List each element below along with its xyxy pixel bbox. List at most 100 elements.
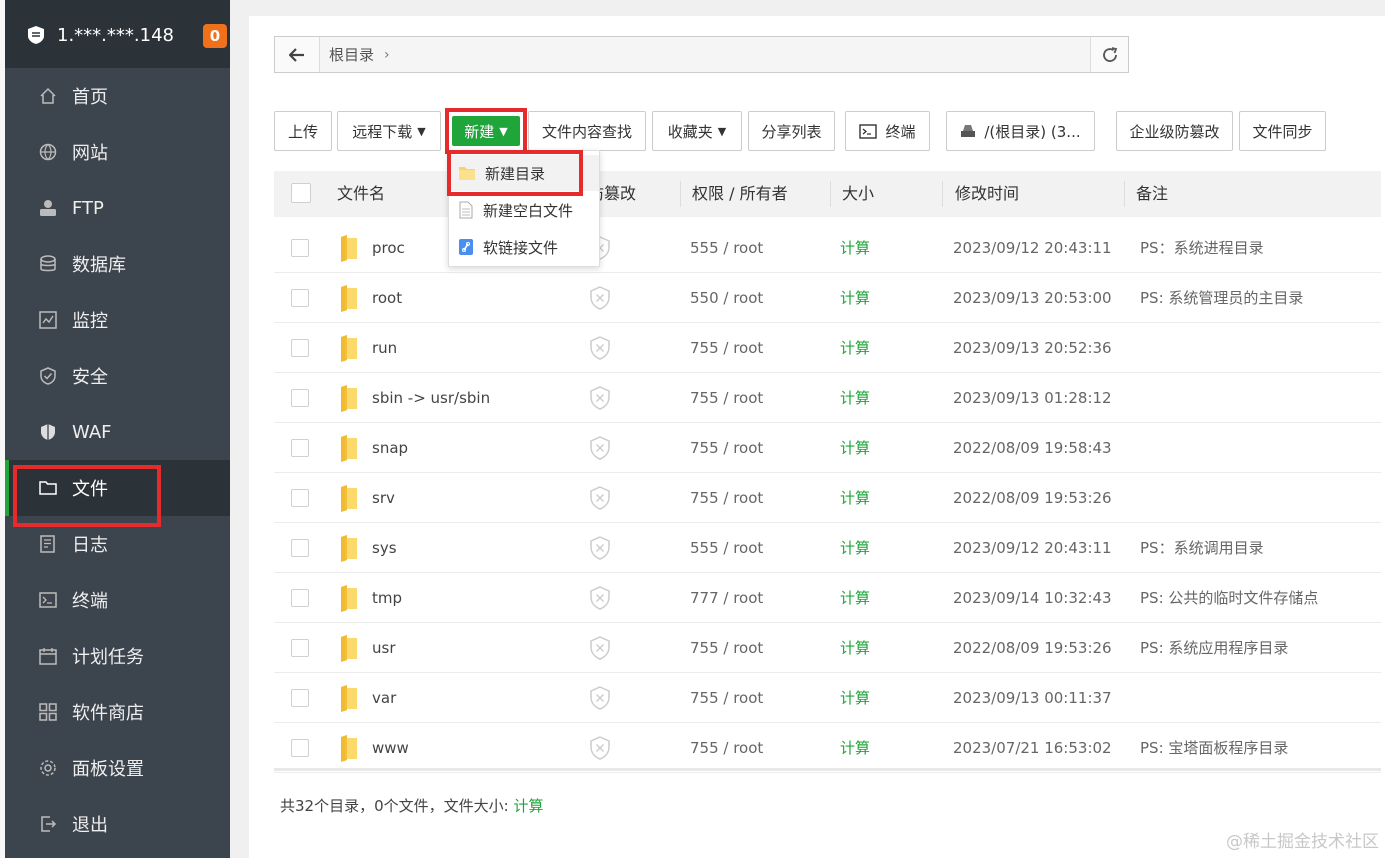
row-checkbox[interactable]	[291, 289, 309, 307]
size-calc-link[interactable]: 计算	[840, 623, 870, 673]
permission-owner[interactable]: 755 / root	[690, 323, 763, 373]
table-row[interactable]: run 755 / root 计算 2023/09/13 20:52:36	[274, 323, 1381, 373]
remote-download-button[interactable]: 远程下载 ▼	[337, 111, 441, 151]
tamper-off-icon[interactable]	[589, 285, 611, 315]
table-row[interactable]: tmp 777 / root 计算 2023/09/14 10:32:43 PS: 公共…	[274, 573, 1381, 623]
permission-owner[interactable]: 755 / root	[690, 473, 763, 523]
file-name[interactable]: snap	[372, 423, 408, 473]
refresh-button[interactable]	[1090, 37, 1128, 72]
breadcrumb[interactable]: 根目录 ›	[320, 37, 1090, 72]
note[interactable]: PS：系统进程目录	[1140, 223, 1264, 273]
size-calc-link[interactable]: 计算	[840, 323, 870, 373]
sidebar-item[interactable]: 计划任务	[5, 628, 230, 684]
tamper-off-icon[interactable]	[589, 685, 611, 715]
sidebar-item[interactable]: 首页	[5, 68, 230, 124]
sidebar-item[interactable]: 面板设置	[5, 740, 230, 796]
file-name[interactable]: proc	[372, 223, 405, 273]
breadcrumb-root[interactable]: 根目录	[329, 44, 374, 65]
tamper-off-icon[interactable]	[589, 435, 611, 465]
permission-owner[interactable]: 755 / root	[690, 723, 763, 773]
permission-owner[interactable]: 755 / root	[690, 623, 763, 673]
table-row[interactable]: usr 755 / root 计算 2022/08/09 19:53:26 PS: 系统…	[274, 623, 1381, 673]
table-row[interactable]: sbin -> usr/sbin 755 / root 计算 2023/09/13 0…	[274, 373, 1381, 423]
table-row[interactable]: snap 755 / root 计算 2022/08/09 19:58:43	[274, 423, 1381, 473]
favorites-button[interactable]: 收藏夹 ▼	[652, 111, 742, 151]
file-name[interactable]: sbin -> usr/sbin	[372, 373, 490, 423]
tamper-off-icon[interactable]	[589, 735, 611, 765]
tamper-off-icon[interactable]	[589, 335, 611, 365]
tamper-off-icon[interactable]	[589, 485, 611, 515]
sidebar-item[interactable]: 网站	[5, 124, 230, 180]
sidebar-item[interactable]: 数据库	[5, 236, 230, 292]
sidebar-item[interactable]: 软件商店	[5, 684, 230, 740]
size-calc-link[interactable]: 计算	[840, 573, 870, 623]
row-checkbox[interactable]	[291, 639, 309, 657]
sidebar-item[interactable]: 安全	[5, 348, 230, 404]
sidebar-item[interactable]: 监控	[5, 292, 230, 348]
file-name[interactable]: sys	[372, 523, 397, 573]
calc-total-link[interactable]: 计算	[513, 797, 543, 815]
upload-button[interactable]: 上传	[274, 111, 332, 151]
row-checkbox[interactable]	[291, 389, 309, 407]
tamper-off-icon[interactable]	[589, 385, 611, 415]
size-calc-link[interactable]: 计算	[840, 223, 870, 273]
header-mtime[interactable]: 修改时间	[955, 171, 1019, 217]
row-checkbox[interactable]	[291, 489, 309, 507]
size-calc-link[interactable]: 计算	[840, 723, 870, 773]
size-calc-link[interactable]: 计算	[840, 373, 870, 423]
terminal-button[interactable]: 终端	[845, 111, 930, 151]
anti-tamper-button[interactable]: 企业级防篡改	[1116, 111, 1233, 151]
file-name[interactable]: run	[372, 323, 397, 373]
file-name[interactable]: root	[372, 273, 402, 323]
table-row[interactable]: www 755 / root 计算 2023/07/21 16:53:02 PS: 宝塔…	[274, 723, 1381, 773]
file-name[interactable]: tmp	[372, 573, 402, 623]
note[interactable]: PS: 系统管理员的主目录	[1140, 273, 1303, 323]
table-row[interactable]: var 755 / root 计算 2023/09/13 00:11:37	[274, 673, 1381, 723]
sidebar-item[interactable]: 终端	[5, 572, 230, 628]
file-name[interactable]: srv	[372, 473, 395, 523]
table-row[interactable]: root 550 / root 计算 2023/09/13 20:53:00 PS: 系…	[274, 273, 1381, 323]
file-name[interactable]: www	[372, 723, 409, 773]
row-checkbox[interactable]	[291, 589, 309, 607]
note[interactable]: PS: 宝塔面板程序目录	[1140, 723, 1288, 773]
size-calc-link[interactable]: 计算	[840, 673, 870, 723]
symlink-file-item[interactable]: 软链接文件	[449, 229, 599, 265]
file-sync-button[interactable]: 文件同步	[1239, 111, 1326, 151]
row-checkbox[interactable]	[291, 439, 309, 457]
sidebar-item[interactable]: 文件	[5, 460, 230, 516]
header-size[interactable]: 大小	[842, 171, 874, 217]
header-name[interactable]: 文件名	[337, 171, 385, 217]
size-calc-link[interactable]: 计算	[840, 523, 870, 573]
table-row[interactable]: sys 555 / root 计算 2023/09/12 20:43:11 PS：系统调…	[274, 523, 1381, 573]
sidebar-item[interactable]: 退出	[5, 796, 230, 852]
tamper-off-icon[interactable]	[589, 535, 611, 565]
select-all-checkbox[interactable]	[291, 183, 311, 203]
size-calc-link[interactable]: 计算	[840, 423, 870, 473]
disk-button[interactable]: /(根目录) (3...	[946, 111, 1095, 151]
permission-owner[interactable]: 755 / root	[690, 373, 763, 423]
note[interactable]: PS：系统调用目录	[1140, 523, 1264, 573]
share-list-button[interactable]: 分享列表	[748, 111, 835, 151]
permission-owner[interactable]: 555 / root	[690, 523, 763, 573]
server-label[interactable]: 1.***.***.148	[25, 22, 174, 48]
permission-owner[interactable]: 555 / root	[690, 223, 763, 273]
permission-owner[interactable]: 550 / root	[690, 273, 763, 323]
row-checkbox[interactable]	[291, 739, 309, 757]
note[interactable]: PS: 公共的临时文件存储点	[1140, 573, 1318, 623]
sidebar-item[interactable]: 日志	[5, 516, 230, 572]
file-name[interactable]: usr	[372, 623, 396, 673]
tamper-off-icon[interactable]	[589, 635, 611, 665]
size-calc-link[interactable]: 计算	[840, 473, 870, 523]
table-row[interactable]: srv 755 / root 计算 2022/08/09 19:53:26	[274, 473, 1381, 523]
sidebar-item[interactable]: WAF	[5, 404, 230, 460]
row-checkbox[interactable]	[291, 339, 309, 357]
new-directory-item[interactable]: 新建目录	[449, 155, 599, 191]
permission-owner[interactable]: 755 / root	[690, 673, 763, 723]
row-checkbox[interactable]	[291, 689, 309, 707]
file-name[interactable]: var	[372, 673, 396, 723]
new-blank-file-item[interactable]: 新建空白文件	[449, 192, 599, 228]
sidebar-item[interactable]: FTP	[5, 180, 230, 236]
row-checkbox[interactable]	[291, 239, 309, 257]
new-button[interactable]: 新建 ▼	[452, 116, 520, 146]
notification-badge[interactable]: 0	[203, 24, 227, 48]
